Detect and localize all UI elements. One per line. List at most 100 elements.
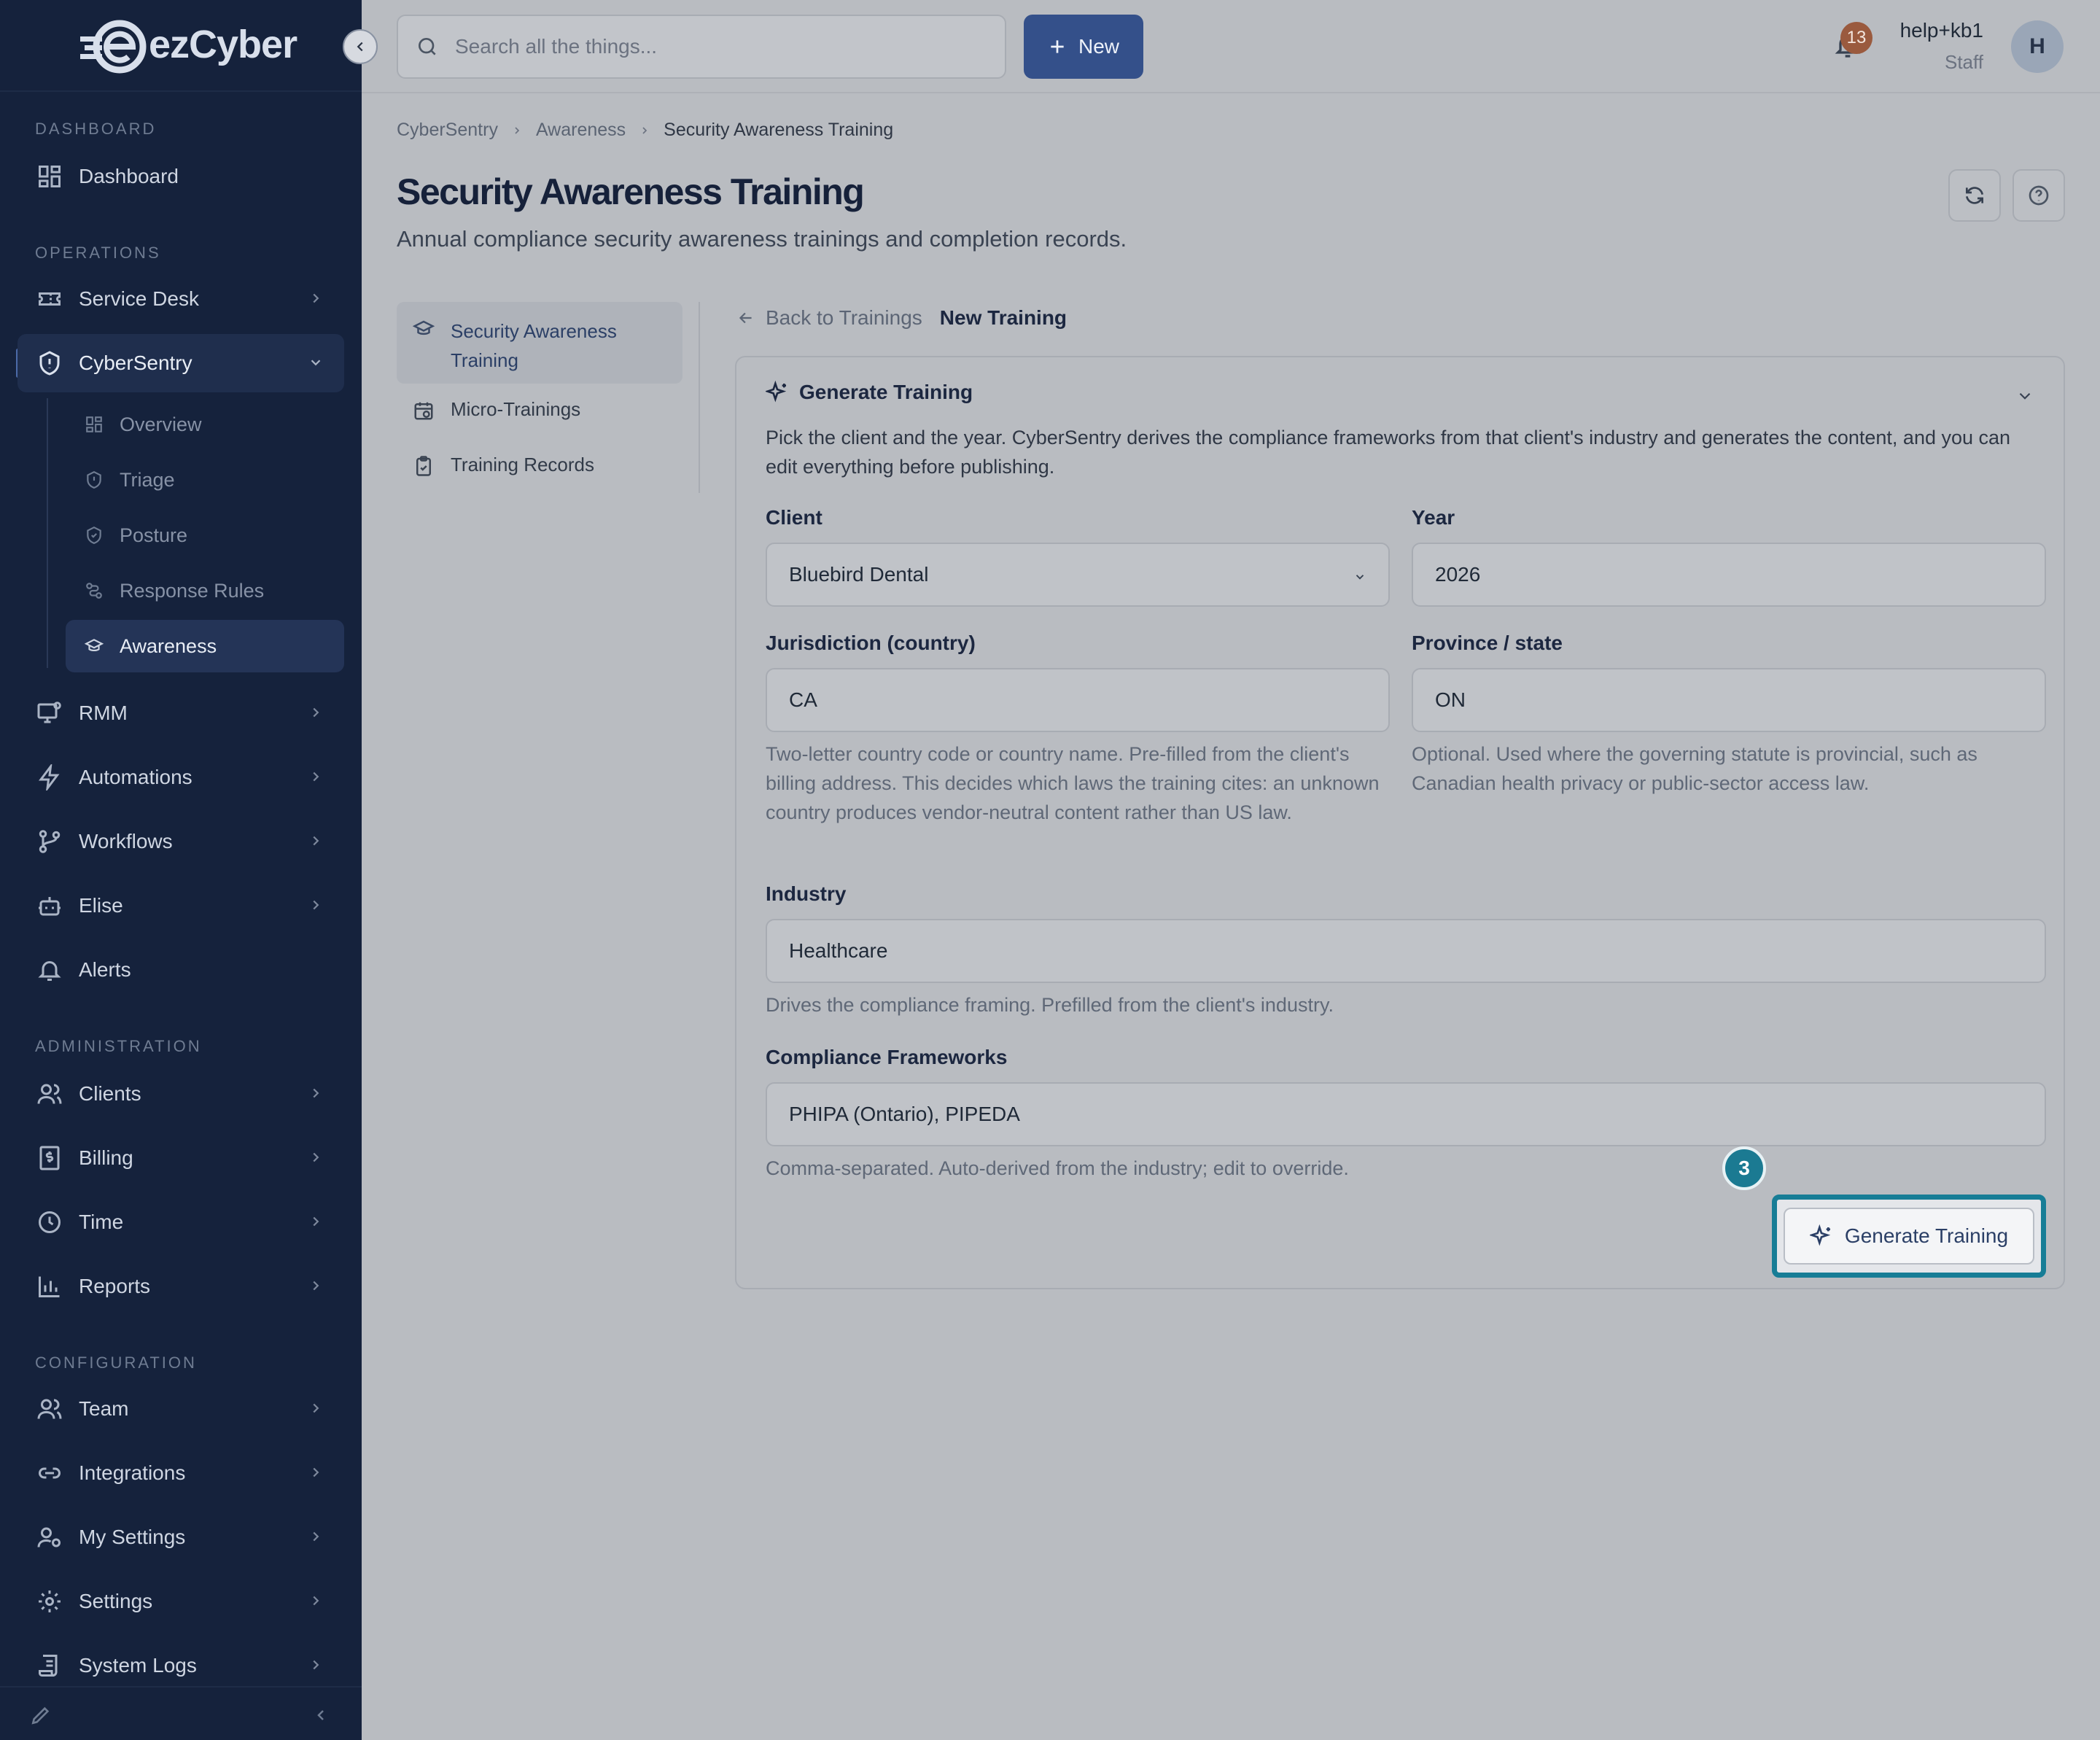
chevron-right-icon — [313, 1531, 319, 1542]
sidebar-item-label: Reports — [79, 1275, 151, 1297]
refresh-button[interactable] — [1948, 169, 2001, 222]
frameworks-input[interactable]: PHIPA (Ontario), PIPEDA — [766, 1082, 2046, 1146]
monitor-icon — [35, 699, 64, 728]
sidebar-item-integrations[interactable]: Integrations — [18, 1444, 344, 1502]
sidebar-subitem-awareness[interactable]: Awareness — [66, 620, 344, 672]
global-search[interactable] — [397, 15, 1006, 79]
sidebar-footer — [0, 1686, 362, 1740]
pencil-icon[interactable] — [29, 1704, 52, 1727]
new-button[interactable]: New — [1024, 15, 1143, 79]
sidebar-collapse-button[interactable] — [343, 29, 378, 64]
chevron-right-icon — [313, 1403, 319, 1413]
avatar[interactable]: H — [2011, 20, 2064, 73]
bot-icon — [35, 891, 64, 920]
sidebar-item-reports[interactable]: Reports — [18, 1257, 344, 1316]
new-button-label: New — [1078, 35, 1119, 58]
chevron-right-icon — [313, 1281, 319, 1291]
sidebar-subitem-overview[interactable]: Overview — [66, 398, 344, 451]
receipt-dollar-icon — [35, 1143, 64, 1173]
chevron-right-icon — [515, 126, 520, 134]
sidebar-item-workflows[interactable]: Workflows — [18, 812, 344, 871]
sidebar-item-team[interactable]: Team — [18, 1380, 344, 1438]
sidebar-item-time[interactable]: Time — [18, 1193, 344, 1251]
year-label: Year — [1412, 506, 1455, 529]
sidebar-item-label: Clients — [79, 1082, 141, 1105]
breadcrumb-awareness[interactable]: Awareness — [536, 120, 626, 141]
generate-training-card: Generate Training Pick the client and th… — [735, 356, 2065, 1289]
chevron-right-icon — [642, 126, 648, 134]
refresh-icon — [1966, 187, 1983, 204]
grid-icon — [83, 413, 105, 435]
breadcrumb-cybersentry[interactable]: CyberSentry — [397, 120, 498, 141]
sidebar-item-dashboard[interactable]: Dashboard — [18, 147, 344, 206]
generate-button-label: Generate Training — [1844, 1224, 2009, 1247]
logo-text: ezCyber — [149, 23, 298, 66]
province-input[interactable]: ON — [1412, 668, 2046, 732]
chevron-left-icon — [357, 42, 363, 52]
submenu-line — [47, 398, 48, 668]
year-input[interactable]: 2026 — [1412, 543, 2046, 607]
client-select[interactable]: Bluebird Dental — [766, 543, 1390, 607]
dashboard-grid-icon — [35, 162, 64, 191]
card-description: Pick the client and the year. CyberSentr… — [766, 427, 2011, 478]
clipboard-check-icon — [413, 455, 436, 478]
sidebar-item-clients[interactable]: Clients — [18, 1065, 344, 1123]
team-icon — [35, 1394, 64, 1424]
step-badge: 3 — [1722, 1146, 1766, 1190]
year-input-value: 2026 — [1435, 563, 1481, 586]
back-to-trainings-link[interactable]: Back to Trainings — [766, 306, 922, 330]
province-label: Province / state — [1412, 632, 1563, 654]
card-header[interactable]: Generate Training — [766, 381, 973, 404]
sidebar-item-settings[interactable]: Settings — [18, 1572, 344, 1631]
notification-badge[interactable]: 13 — [1840, 22, 1872, 54]
chevron-down-icon — [1356, 575, 1364, 580]
collapse-left-icon[interactable] — [312, 1706, 330, 1724]
chevron-right-icon — [313, 836, 319, 846]
user-name[interactable]: help+kb1 — [1900, 19, 1983, 42]
arrow-left-icon — [739, 312, 752, 324]
search-input[interactable] — [455, 35, 965, 58]
sidebar-item-service-desk[interactable]: Service Desk — [18, 270, 344, 328]
subnav-training-records[interactable]: Training Records — [397, 454, 682, 478]
sidebar-item-label: Workflows — [79, 830, 173, 852]
sidebar-subitem-posture[interactable]: Posture — [66, 509, 344, 562]
subnav-micro-trainings[interactable]: Micro-Trainings — [397, 398, 682, 423]
sidebar-item-label: Dashboard — [79, 165, 179, 187]
current-view-label: New Training — [939, 306, 1068, 329]
bar-chart-icon — [35, 1272, 64, 1301]
sidebar-item-label: Automations — [79, 766, 192, 788]
sidebar-item-label: Team — [79, 1397, 129, 1420]
industry-input[interactable]: Healthcare — [766, 919, 2046, 983]
sidebar-item-cybersentry[interactable]: CyberSentry — [18, 334, 344, 392]
sidebar-item-label: Settings — [79, 1590, 153, 1612]
ticket-icon — [35, 284, 64, 314]
jurisdiction-input-value: CA — [789, 688, 817, 711]
sidebar-item-my-settings[interactable]: My Settings — [18, 1508, 344, 1566]
sparkles-icon — [1809, 1224, 1831, 1246]
jurisdiction-input[interactable]: CA — [766, 668, 1390, 732]
help-button[interactable] — [2012, 169, 2065, 222]
user-cog-icon — [35, 1523, 64, 1552]
client-label: Client — [766, 506, 822, 529]
sidebar-item-label: Integrations — [79, 1461, 186, 1484]
jurisdiction-help: Two-letter country code or country name.… — [766, 743, 1380, 823]
generate-training-button[interactable]: Generate Training — [1784, 1208, 2034, 1265]
sidebar-item-label: Service Desk — [79, 287, 199, 310]
subnav-label: Training Records — [451, 454, 595, 475]
sidebar-item-automations[interactable]: Automations — [18, 748, 344, 807]
frameworks-help: Comma-separated. Auto-derived from the i… — [766, 1157, 1349, 1179]
frameworks-label: Compliance Frameworks — [766, 1046, 1008, 1068]
section-dashboard: DASHBOARD — [35, 120, 157, 138]
subnav-security-awareness-training[interactable]: Security Awareness Training — [397, 302, 682, 384]
bell-icon — [35, 955, 64, 984]
sidebar-subitem-label: Response Rules — [120, 579, 265, 602]
sidebar-item-elise[interactable]: Elise — [18, 877, 344, 935]
ezcyber-logo-icon — [80, 20, 147, 74]
sidebar-subitem-triage[interactable]: Triage — [66, 454, 344, 506]
chevron-right-icon — [313, 900, 319, 910]
sidebar-item-billing[interactable]: Billing — [18, 1129, 344, 1187]
sidebar-subitem-response-rules[interactable]: Response Rules — [66, 564, 344, 617]
chevron-down-icon[interactable] — [2015, 387, 2034, 405]
sidebar-item-alerts[interactable]: Alerts — [18, 941, 344, 999]
sidebar-item-rmm[interactable]: RMM — [18, 684, 344, 742]
